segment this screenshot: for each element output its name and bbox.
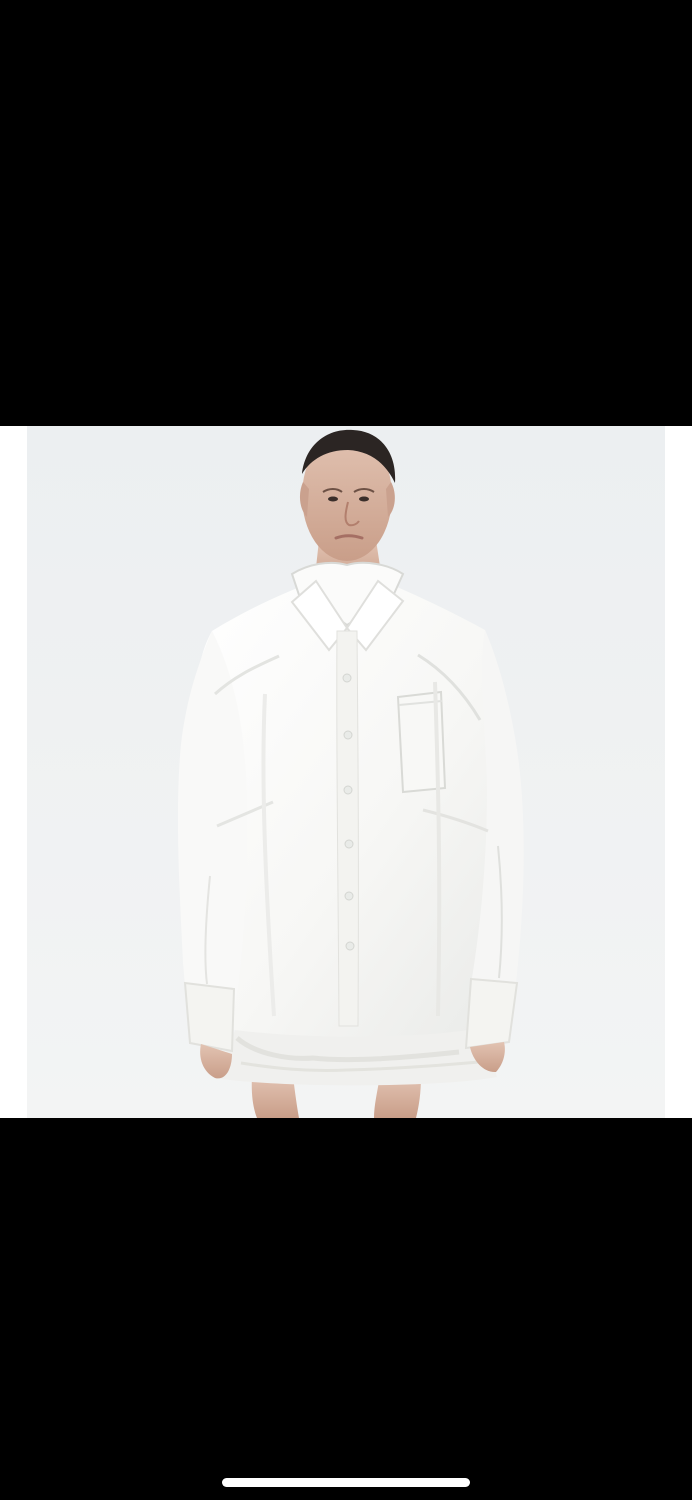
home-indicator[interactable] [222,1478,470,1487]
person-in-white-oversized-shirt-icon [27,426,665,1118]
product-photo[interactable] [27,426,665,1118]
photo-frame [0,426,692,1118]
photo-viewer-screen [0,0,692,1500]
